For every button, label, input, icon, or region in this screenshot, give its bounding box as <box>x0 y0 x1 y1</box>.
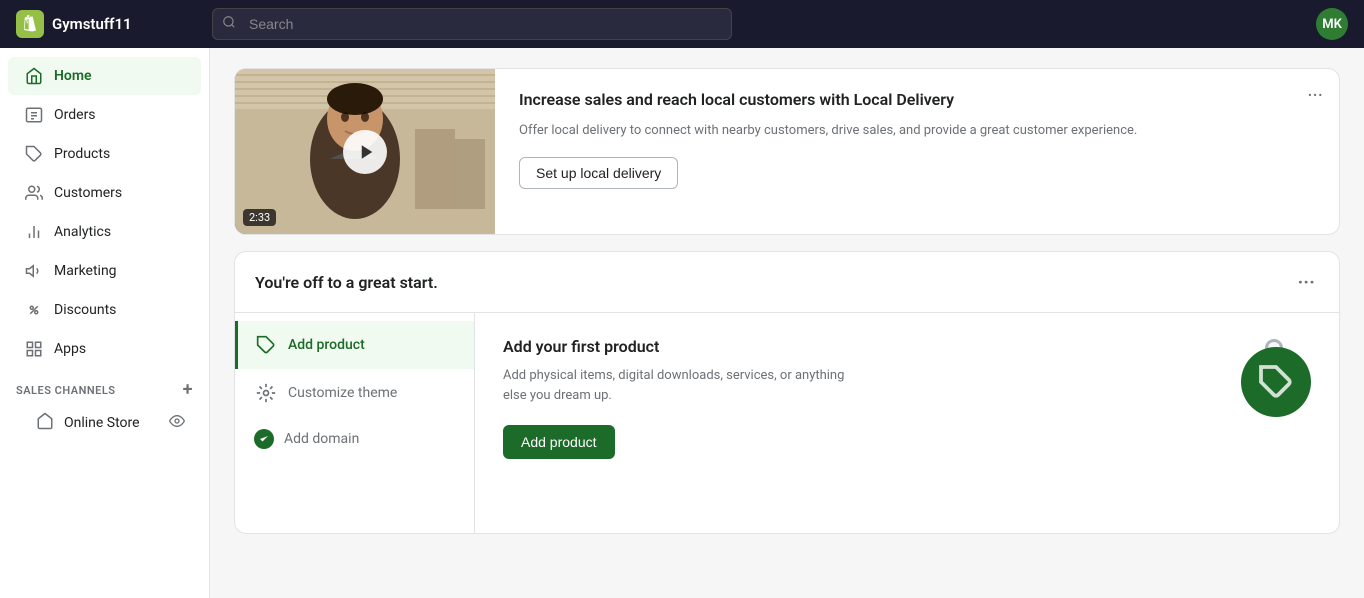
brand-name: Gymstuff11 <box>52 15 132 33</box>
sidebar-label-apps: Apps <box>54 341 86 357</box>
products-icon <box>24 144 44 164</box>
video-card: 2:33 ··· Increase sales and reach local … <box>234 68 1340 235</box>
sidebar-label-marketing: Marketing <box>54 263 117 279</box>
eye-icon[interactable] <box>169 413 185 433</box>
sidebar-label-products: Products <box>54 146 110 162</box>
step-detail: Add your first product Add physical item… <box>475 313 1339 533</box>
step-item-customize-theme[interactable]: Customize theme <box>235 369 474 417</box>
home-icon <box>24 66 44 86</box>
search-input[interactable] <box>212 8 732 40</box>
step-item-add-domain[interactable]: Add domain <box>235 417 474 461</box>
marketing-icon <box>24 261 44 281</box>
video-card-inner: 2:33 ··· Increase sales and reach local … <box>235 69 1339 234</box>
main-content: 2:33 ··· Increase sales and reach local … <box>210 48 1364 598</box>
getting-started-card: You're off to a great start. ··· Add pro… <box>234 251 1340 534</box>
customers-icon <box>24 183 44 203</box>
topbar-right: MK <box>1316 8 1348 40</box>
sidebar-item-online-store[interactable]: Online Store <box>8 404 201 442</box>
online-store-icon <box>36 412 54 434</box>
avatar[interactable]: MK <box>1316 8 1348 40</box>
getting-started-header: You're off to a great start. ··· <box>235 252 1339 313</box>
step-label-customize-theme: Customize theme <box>288 385 397 401</box>
video-thumbnail[interactable]: 2:33 <box>235 69 495 234</box>
customize-theme-icon <box>254 381 278 405</box>
step-completed-icon <box>254 429 274 449</box>
shopify-logo-icon <box>16 10 44 38</box>
sidebar-label-customers: Customers <box>54 185 122 201</box>
step-label-add-product: Add product <box>288 337 365 353</box>
topbar: Gymstuff11 MK <box>0 0 1364 48</box>
analytics-icon <box>24 222 44 242</box>
sidebar-item-orders[interactable]: Orders <box>8 96 201 134</box>
search-bar <box>212 8 732 40</box>
tag-shape <box>1241 347 1311 417</box>
add-sales-channel-button[interactable]: + <box>183 381 193 399</box>
search-icon <box>222 15 236 33</box>
sidebar-label-analytics: Analytics <box>54 224 111 240</box>
video-title: Increase sales and reach local customers… <box>519 89 1319 111</box>
sidebar-item-marketing[interactable]: Marketing <box>8 252 201 290</box>
getting-started-more-button[interactable]: ··· <box>1293 268 1319 296</box>
sidebar-item-home[interactable]: Home <box>8 57 201 95</box>
set-up-local-delivery-button[interactable]: Set up local delivery <box>519 157 678 189</box>
step-label-add-domain: Add domain <box>284 431 359 447</box>
step-detail-description: Add physical items, digital downloads, s… <box>503 366 863 405</box>
sidebar-label-discounts: Discounts <box>54 302 116 318</box>
steps-list: Add product Customize theme Add domain <box>235 313 475 533</box>
sidebar-item-analytics[interactable]: Analytics <box>8 213 201 251</box>
apps-icon <box>24 339 44 359</box>
sidebar: Home Orders Products Customers Analytics <box>0 48 210 598</box>
sidebar-label-home: Home <box>54 68 92 84</box>
brand-section: Gymstuff11 <box>16 10 196 38</box>
play-button[interactable] <box>343 130 387 174</box>
sidebar-item-products[interactable]: Products <box>8 135 201 173</box>
layout: Home Orders Products Customers Analytics <box>0 48 1364 598</box>
video-duration: 2:33 <box>243 209 276 226</box>
getting-started-title: You're off to a great start. <box>255 273 438 292</box>
add-product-button[interactable]: Add product <box>503 425 615 459</box>
sidebar-item-customers[interactable]: Customers <box>8 174 201 212</box>
video-more-button[interactable]: ··· <box>1303 81 1327 109</box>
step-detail-title: Add your first product <box>503 337 863 356</box>
sales-channels-label: SALES CHANNELS <box>16 384 116 397</box>
online-store-label: Online Store <box>64 415 140 431</box>
getting-started-body: Add product Customize theme Add domain <box>235 313 1339 533</box>
step-detail-text: Add your first product Add physical item… <box>503 337 863 459</box>
step-item-add-product[interactable]: Add product <box>235 321 474 369</box>
product-illustration <box>1211 337 1311 437</box>
video-info: ··· Increase sales and reach local custo… <box>495 69 1339 234</box>
video-description: Offer local delivery to connect with nea… <box>519 121 1319 141</box>
discounts-icon <box>24 300 44 320</box>
sidebar-item-discounts[interactable]: Discounts <box>8 291 201 329</box>
orders-icon <box>24 105 44 125</box>
sidebar-label-orders: Orders <box>54 107 96 123</box>
sales-channels-section: SALES CHANNELS + <box>0 369 209 403</box>
add-product-icon <box>254 333 278 357</box>
sidebar-item-apps[interactable]: Apps <box>8 330 201 368</box>
